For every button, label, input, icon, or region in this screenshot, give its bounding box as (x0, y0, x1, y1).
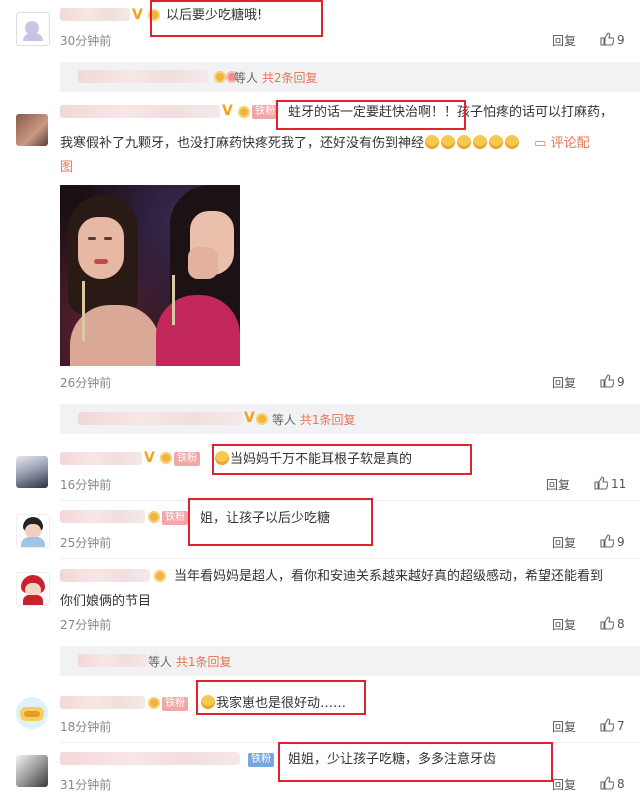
medal-icon (148, 697, 160, 709)
highlight-box (276, 100, 466, 130)
crying-emoji-icon (457, 135, 472, 149)
medal-icon (154, 570, 166, 582)
thread-prefix: 等人 (148, 655, 173, 669)
comment-time: 30分钟前 (60, 34, 112, 48)
comment-image-link[interactable]: 评论配 (551, 136, 590, 151)
highlight-box (188, 498, 373, 546)
highlight-box (150, 0, 323, 37)
like-count: 11 (611, 477, 627, 491)
like-count: 8 (617, 617, 625, 631)
username-blurred[interactable] (60, 569, 150, 582)
reply-thread[interactable]: 等人 共1条回复 (60, 646, 640, 676)
thumbs-up-icon (600, 776, 614, 790)
username-blurred (78, 654, 148, 667)
like-count: 9 (617, 535, 625, 549)
reply-thread[interactable]: V 等人 共1条回复 (60, 404, 640, 434)
medal-icon (214, 71, 226, 83)
like-count: 9 (617, 33, 625, 47)
comment-time: 25分钟前 (60, 536, 112, 550)
crying-emoji-icon (489, 135, 504, 149)
thread-prefix: 等人 (272, 413, 297, 427)
thumbs-up-icon (600, 32, 614, 46)
thread-prefix: 等人 (234, 71, 259, 85)
highlight-box (212, 444, 472, 475)
thumbs-up-icon (600, 374, 614, 388)
comment-text-continued: 我寒假补了九颗牙，也没打麻药快疼死我了，还好没有伤到神经 ▭ 评论配 (60, 135, 590, 151)
username-blurred[interactable] (60, 105, 220, 118)
username-blurred (78, 412, 243, 425)
avatar[interactable] (16, 572, 50, 606)
username-blurred[interactable] (60, 452, 142, 465)
fan-badge: 铁粉 (248, 753, 274, 767)
comment-image[interactable] (60, 185, 240, 366)
medal-icon (160, 452, 172, 464)
like-button[interactable]: 9 (600, 32, 625, 47)
vip-badge: V (132, 7, 143, 23)
like-count: 9 (617, 375, 625, 389)
avatar[interactable] (16, 514, 50, 548)
like-count: 7 (617, 719, 625, 733)
more-replies-link[interactable]: 共2条回复 (262, 71, 318, 85)
avatar[interactable] (16, 755, 48, 787)
reply-button[interactable]: 回复 (552, 616, 576, 633)
like-button[interactable]: 7 (600, 718, 625, 733)
like-count: 8 (617, 777, 625, 791)
thumbs-up-icon (600, 534, 614, 548)
avatar[interactable] (16, 697, 48, 729)
thumbs-up-icon (594, 476, 608, 490)
crying-emoji-icon (473, 135, 488, 149)
comment-text-continued: 你们娘俩的节目 (60, 594, 152, 609)
comment-time: 27分钟前 (60, 618, 112, 632)
crying-emoji-icon (441, 135, 456, 149)
comment-time: 16分钟前 (60, 478, 112, 492)
username-blurred[interactable] (60, 696, 145, 709)
username-blurred[interactable] (60, 510, 145, 523)
comment-time: 18分钟前 (60, 720, 112, 734)
more-replies-link[interactable]: 共1条回复 (300, 413, 356, 427)
like-button[interactable]: 8 (600, 616, 625, 631)
vip-badge: V (222, 103, 233, 119)
username-blurred[interactable] (60, 752, 240, 765)
medal-icon (238, 106, 250, 118)
fan-badge: 铁粉 (162, 697, 188, 711)
avatar[interactable] (16, 12, 50, 46)
like-button[interactable]: 8 (600, 776, 625, 791)
vip-badge: V (244, 410, 255, 426)
like-button[interactable]: 9 (600, 374, 625, 389)
avatar[interactable] (16, 456, 48, 488)
reply-button[interactable]: 回复 (552, 374, 576, 391)
reply-thread[interactable]: 等人 共2条回复 (60, 62, 640, 92)
thumbs-up-icon (600, 616, 614, 630)
divider (60, 558, 640, 559)
thumbs-up-icon (600, 718, 614, 732)
vip-badge: V (144, 450, 155, 466)
comment-image-link-continued[interactable]: 图 (60, 158, 73, 178)
crying-emoji-icon (505, 135, 520, 149)
comment-time: 26分钟前 (60, 376, 112, 390)
more-replies-link[interactable]: 共1条回复 (176, 655, 232, 669)
fan-badge: 铁粉 (252, 105, 278, 119)
like-button[interactable]: 11 (594, 476, 626, 491)
medal-icon (256, 413, 268, 425)
reply-button[interactable]: 回复 (552, 718, 576, 735)
comment-text: 当年看妈妈是超人，看你和安迪关系越来越好真的超级感动，希望还能看到 (174, 569, 604, 584)
medal-icon (148, 511, 160, 523)
fan-badge: 铁粉 (162, 511, 188, 525)
username-blurred (78, 70, 208, 83)
picture-icon: ▭ (534, 136, 547, 151)
reply-button[interactable]: 回复 (552, 32, 576, 49)
reply-button[interactable]: 回复 (552, 534, 576, 551)
fan-badge: 铁粉 (174, 452, 200, 466)
reply-button[interactable]: 回复 (552, 776, 576, 793)
reply-button[interactable]: 回复 (546, 476, 570, 493)
highlight-box (196, 680, 366, 715)
crying-emoji-icon (425, 135, 440, 149)
comment-time: 31分钟前 (60, 778, 112, 792)
highlight-box (278, 742, 553, 782)
avatar[interactable] (16, 114, 48, 146)
username-blurred[interactable] (60, 8, 130, 21)
like-button[interactable]: 9 (600, 534, 625, 549)
